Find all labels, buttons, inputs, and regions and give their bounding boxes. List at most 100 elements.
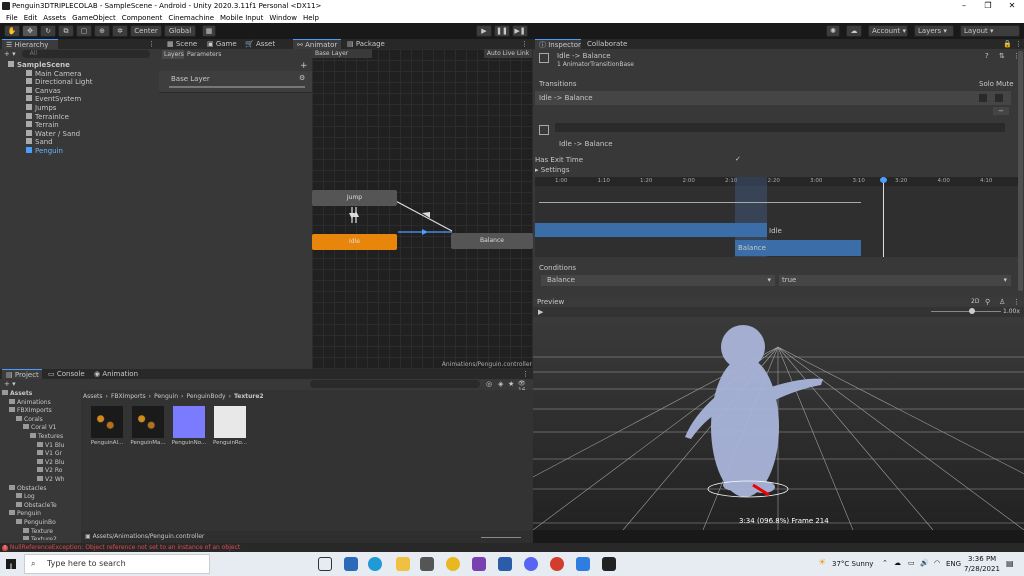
has-exit-time-checkbox[interactable]: ✓	[735, 155, 743, 163]
layer-settings-icon[interactable]: ⚙	[299, 74, 305, 82]
volume-icon[interactable]: 🔊	[920, 559, 929, 567]
clock-time[interactable]: 3:36 PM	[968, 555, 996, 563]
breadcrumb-item[interactable]: PenguinBody	[186, 393, 225, 400]
hierarchy-item[interactable]: Directional Light	[26, 78, 93, 86]
account-dropdown[interactable]: Account ▾	[868, 25, 908, 37]
project-folder[interactable]: Penguin	[9, 510, 41, 518]
menu-help[interactable]: Help	[303, 14, 319, 22]
close-button[interactable]: ✕	[1000, 0, 1024, 12]
media-icon[interactable]	[550, 557, 564, 571]
layers-tab[interactable]: Layers	[162, 50, 184, 59]
tab-console[interactable]: ▭ Console	[44, 369, 88, 379]
unity-taskbar-icon[interactable]	[602, 557, 616, 571]
windows-start-icon[interactable]	[6, 559, 16, 569]
menu-edit[interactable]: Edit	[24, 14, 38, 22]
step-button[interactable]: ▶❚	[512, 25, 528, 37]
menu-cinemachine[interactable]: Cinemachine	[168, 14, 214, 22]
transition-arrows[interactable]	[312, 49, 533, 369]
word-icon[interactable]	[498, 557, 512, 571]
add-button[interactable]: + ▾	[4, 50, 16, 58]
transition-list-row[interactable]: Idle -> Balance	[535, 91, 1011, 105]
task-view-icon[interactable]	[318, 557, 332, 571]
base-layer-row[interactable]: Base Layer ⚙	[159, 71, 312, 93]
project-folder[interactable]: Coral V1	[23, 424, 57, 432]
favorites-icon[interactable]: ★	[508, 380, 514, 388]
project-folder[interactable]: Texture	[23, 527, 53, 536]
preview-slider-knob[interactable]	[969, 308, 975, 314]
custom-tool-button[interactable]: ✲	[112, 25, 128, 37]
playhead-line[interactable]	[883, 177, 884, 257]
language-indicator[interactable]: ENG	[946, 560, 961, 568]
file-explorer-icon[interactable]	[396, 557, 410, 571]
minimize-button[interactable]: –	[952, 0, 976, 12]
transform-tool-button[interactable]: ⊕	[94, 25, 110, 37]
panel-menu-icon[interactable]: ⋮	[148, 40, 155, 48]
parameters-tab[interactable]: Parameters	[187, 50, 221, 59]
preview-play-button[interactable]: ▶	[538, 308, 543, 316]
breadcrumb-item[interactable]: Texture2	[234, 393, 264, 400]
filter-label-icon[interactable]: ◈	[498, 380, 503, 388]
project-folder[interactable]: Textures	[30, 433, 63, 441]
tab-animator[interactable]: ⚯ Animator	[293, 39, 341, 49]
menu-window[interactable]: Window	[269, 14, 297, 22]
inspector-scrollbar[interactable]	[1018, 51, 1023, 291]
add-layer-button[interactable]: +	[300, 61, 308, 71]
layer-weight-slider[interactable]	[169, 86, 305, 88]
hierarchy-item[interactable]: Water / Sand	[26, 129, 80, 138]
state-jump[interactable]: Jump	[312, 190, 397, 206]
avatar-icon[interactable]: ♙	[999, 298, 1005, 306]
state-idle[interactable]: Idle	[312, 234, 397, 250]
playhead-marker-icon[interactable]	[880, 177, 887, 183]
asset-tile[interactable]: PenguinRo...	[212, 406, 248, 450]
animator-graph[interactable]: Base Layer Auto Live Link Jump Idle Bala…	[312, 49, 533, 369]
project-search-input[interactable]	[310, 380, 480, 388]
hierarchy-item[interactable]: Penguin	[26, 147, 63, 155]
pivot-icon[interactable]: ⚲	[985, 298, 990, 306]
project-folder[interactable]: V2 Ro	[37, 467, 62, 475]
breadcrumb-item[interactable]: Penguin	[154, 393, 178, 400]
project-folder[interactable]: Corals	[16, 415, 43, 424]
breadcrumb-item[interactable]: FBXImports	[111, 393, 146, 400]
mute-checkbox[interactable]	[995, 94, 1003, 102]
panel-menu-icon[interactable]: ⋮	[522, 370, 529, 378]
solo-checkbox[interactable]	[979, 94, 987, 102]
tab-package-manager[interactable]: ▤ Package Manager	[343, 39, 417, 58]
project-folder[interactable]: Log	[16, 493, 35, 501]
scale-tool-button[interactable]: ⧉	[58, 25, 74, 37]
condition-parameter-dropdown[interactable]: Balance ▾	[541, 275, 775, 286]
hierarchy-item[interactable]: Canvas	[26, 86, 61, 95]
hierarchy-item[interactable]: EventSystem	[26, 95, 81, 103]
tab-game[interactable]: ▣ Game	[203, 39, 239, 49]
tab-collaborate[interactable]: Collaborate	[583, 39, 633, 49]
panel-menu-icon[interactable]: ⋮	[521, 40, 528, 48]
maximize-button[interactable]: ❐	[976, 0, 1000, 12]
weather-text[interactable]: 37°C Sunny	[832, 560, 873, 568]
rotate-tool-button[interactable]: ↻	[40, 25, 56, 37]
transition-name-field[interactable]	[555, 123, 1005, 132]
tab-asset-store[interactable]: 🛒 Asset Store	[241, 39, 293, 58]
mail-icon[interactable]	[344, 557, 358, 571]
taskbar-search-box[interactable]: ⌕ Type here to search	[24, 554, 210, 574]
grid-snap-button[interactable]: ▦	[202, 25, 216, 37]
remove-transition-button[interactable]: −	[993, 107, 1009, 115]
breadcrumb-item[interactable]: Assets	[83, 393, 103, 400]
layout-dropdown[interactable]: Layout ▾	[960, 25, 1020, 37]
project-folder[interactable]: FBXImports	[9, 407, 52, 415]
project-folder[interactable]: V1 Blu	[37, 441, 64, 450]
project-folder[interactable]: ObstacleTe	[16, 501, 57, 510]
hierarchy-item[interactable]: Jumps	[26, 104, 56, 112]
preview-menu-icon[interactable]: ⋮	[1013, 298, 1020, 306]
project-folder[interactable]: Obstacles	[9, 484, 46, 493]
menu-mobile-input[interactable]: Mobile Input	[220, 14, 263, 22]
preview-viewport[interactable]	[533, 317, 1024, 530]
visual-studio-icon[interactable]	[472, 557, 486, 571]
create-button[interactable]: + ▾	[4, 380, 16, 388]
tray-chevron-icon[interactable]: ⌃	[882, 559, 888, 567]
state-balance[interactable]: Balance	[451, 233, 533, 249]
condition-value-dropdown[interactable]: true ▾	[779, 275, 1011, 286]
filter-type-icon[interactable]: ◎	[486, 380, 492, 388]
notifications-icon[interactable]: ▤	[1006, 559, 1014, 568]
asset-tile[interactable]: PenguinNo...	[171, 406, 207, 450]
cloud-tray-icon[interactable]: ☁	[894, 559, 901, 567]
wifi-icon[interactable]: ◠	[934, 559, 940, 567]
